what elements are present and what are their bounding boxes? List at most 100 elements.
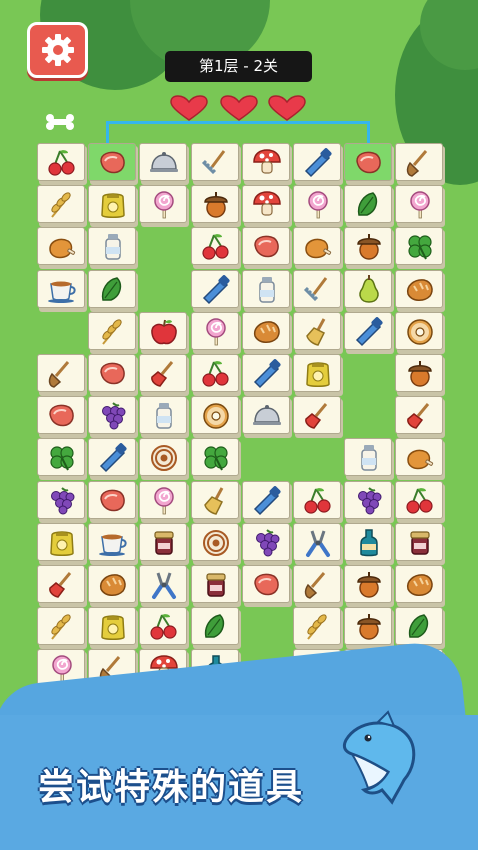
tile-cherry[interactable] [37, 143, 88, 185]
tile-seedbag[interactable] [88, 607, 139, 650]
tile-wheat[interactable] [37, 607, 88, 650]
tile-cherry[interactable] [190, 227, 242, 270]
tile-grapes[interactable] [241, 522, 293, 565]
tile-pear[interactable] [344, 269, 395, 312]
tile-steak[interactable] [37, 396, 88, 439]
brush-icon [49, 572, 72, 598]
tile-chicken[interactable] [37, 227, 88, 270]
tile-cherry[interactable] [293, 480, 344, 523]
tile-brush[interactable] [293, 396, 344, 439]
cherry-icon [48, 150, 75, 176]
tile-acorn[interactable] [344, 607, 395, 650]
tile-mushroom[interactable] [241, 143, 293, 185]
tile-clover[interactable] [37, 438, 88, 481]
tile-cherry[interactable] [190, 354, 242, 396]
tile-acorn[interactable] [190, 185, 242, 228]
tile-milk[interactable] [241, 269, 293, 312]
tile-shovel[interactable] [395, 143, 446, 185]
tile-brush[interactable] [395, 396, 446, 439]
tile-spinach[interactable] [344, 185, 395, 228]
tile-seedbag[interactable] [293, 354, 344, 396]
tile-mushroom[interactable] [241, 185, 293, 228]
tile-tea[interactable] [88, 522, 139, 565]
tile-seedbag[interactable] [88, 185, 139, 228]
tile-saw[interactable] [241, 354, 293, 396]
tile-steak[interactable] [241, 565, 293, 607]
tile-broom[interactable] [293, 311, 344, 354]
tile-steak[interactable] [344, 143, 395, 185]
tile-grapes[interactable] [344, 480, 395, 523]
rake-icon [303, 276, 328, 301]
tile-lollipop[interactable] [395, 185, 446, 228]
tile-lollipop[interactable] [139, 480, 190, 523]
tile-shovel[interactable] [293, 565, 344, 607]
tile-saw[interactable] [241, 480, 293, 523]
tile-chicken[interactable] [395, 438, 446, 481]
tile-cloche[interactable] [139, 143, 190, 185]
tile-bread[interactable] [241, 311, 293, 354]
tile-spinach[interactable] [395, 607, 446, 650]
tile-lollipop[interactable] [139, 185, 190, 228]
broom-icon [203, 486, 223, 515]
tile-steak[interactable] [88, 480, 139, 523]
tile-bread[interactable] [88, 565, 139, 607]
tile-clover[interactable] [395, 227, 446, 270]
tile-pliers[interactable] [139, 565, 190, 607]
game-scene: 第1层 - 2关 尝试特殊的道具 [0, 0, 478, 850]
tile-apple[interactable] [139, 311, 190, 354]
tile-wheat[interactable] [88, 311, 139, 354]
tile-grapes[interactable] [88, 396, 139, 439]
tile-bottle[interactable] [344, 522, 395, 565]
acorn-icon [203, 192, 228, 218]
tile-acorn[interactable] [344, 565, 395, 607]
tile-pliers[interactable] [293, 522, 344, 565]
tile-grapes[interactable] [37, 480, 88, 523]
tile-acorn[interactable] [344, 227, 395, 270]
tile-lollipop[interactable] [293, 185, 344, 228]
tile-brush[interactable] [37, 565, 88, 607]
tile-target[interactable] [190, 522, 242, 565]
tile-bread[interactable] [395, 269, 446, 312]
tile-steak[interactable] [241, 227, 293, 270]
shovel-icon [407, 150, 428, 177]
tile-target[interactable] [139, 438, 190, 481]
tile-saw[interactable] [190, 269, 242, 312]
tile-milk[interactable] [139, 396, 190, 439]
tile-saw[interactable] [88, 438, 139, 481]
tile-cloche[interactable] [241, 396, 293, 439]
tile-chicken[interactable] [293, 227, 344, 270]
tile-cherry[interactable] [139, 607, 190, 650]
tile-lollipop[interactable] [190, 311, 242, 354]
tile-seedbag[interactable] [37, 522, 88, 565]
tile-bread[interactable] [395, 565, 446, 607]
tile-wheat[interactable] [293, 607, 344, 650]
tile-milk[interactable] [344, 438, 395, 481]
tile-saw[interactable] [344, 311, 395, 354]
tile-milk[interactable] [88, 227, 139, 270]
tile-donut[interactable] [190, 396, 242, 439]
tile-rake[interactable] [190, 143, 242, 185]
tile-spinach[interactable] [190, 607, 242, 650]
tile-jam[interactable] [139, 522, 190, 565]
tile-clover[interactable] [190, 438, 242, 481]
cloche-icon [252, 405, 281, 426]
tile-jam[interactable] [395, 522, 446, 565]
tile-broom[interactable] [190, 480, 242, 523]
tile-wheat[interactable] [37, 185, 88, 228]
tile-steak[interactable] [88, 143, 139, 185]
pliers-icon [152, 572, 177, 599]
tile-tea[interactable] [37, 269, 88, 312]
jam-icon [205, 573, 226, 597]
clover-icon [203, 446, 228, 471]
tile-cherry[interactable] [395, 480, 446, 523]
tile-brush[interactable] [139, 354, 190, 396]
tile-saw[interactable] [293, 143, 344, 185]
tile-jam[interactable] [190, 565, 242, 607]
tile-shovel[interactable] [37, 354, 88, 396]
tile-rake[interactable] [293, 269, 344, 312]
tile-acorn[interactable] [395, 354, 446, 396]
steak-icon [100, 489, 125, 511]
tile-steak[interactable] [88, 354, 139, 396]
tile-spinach[interactable] [88, 269, 139, 312]
tile-donut[interactable] [395, 311, 446, 354]
